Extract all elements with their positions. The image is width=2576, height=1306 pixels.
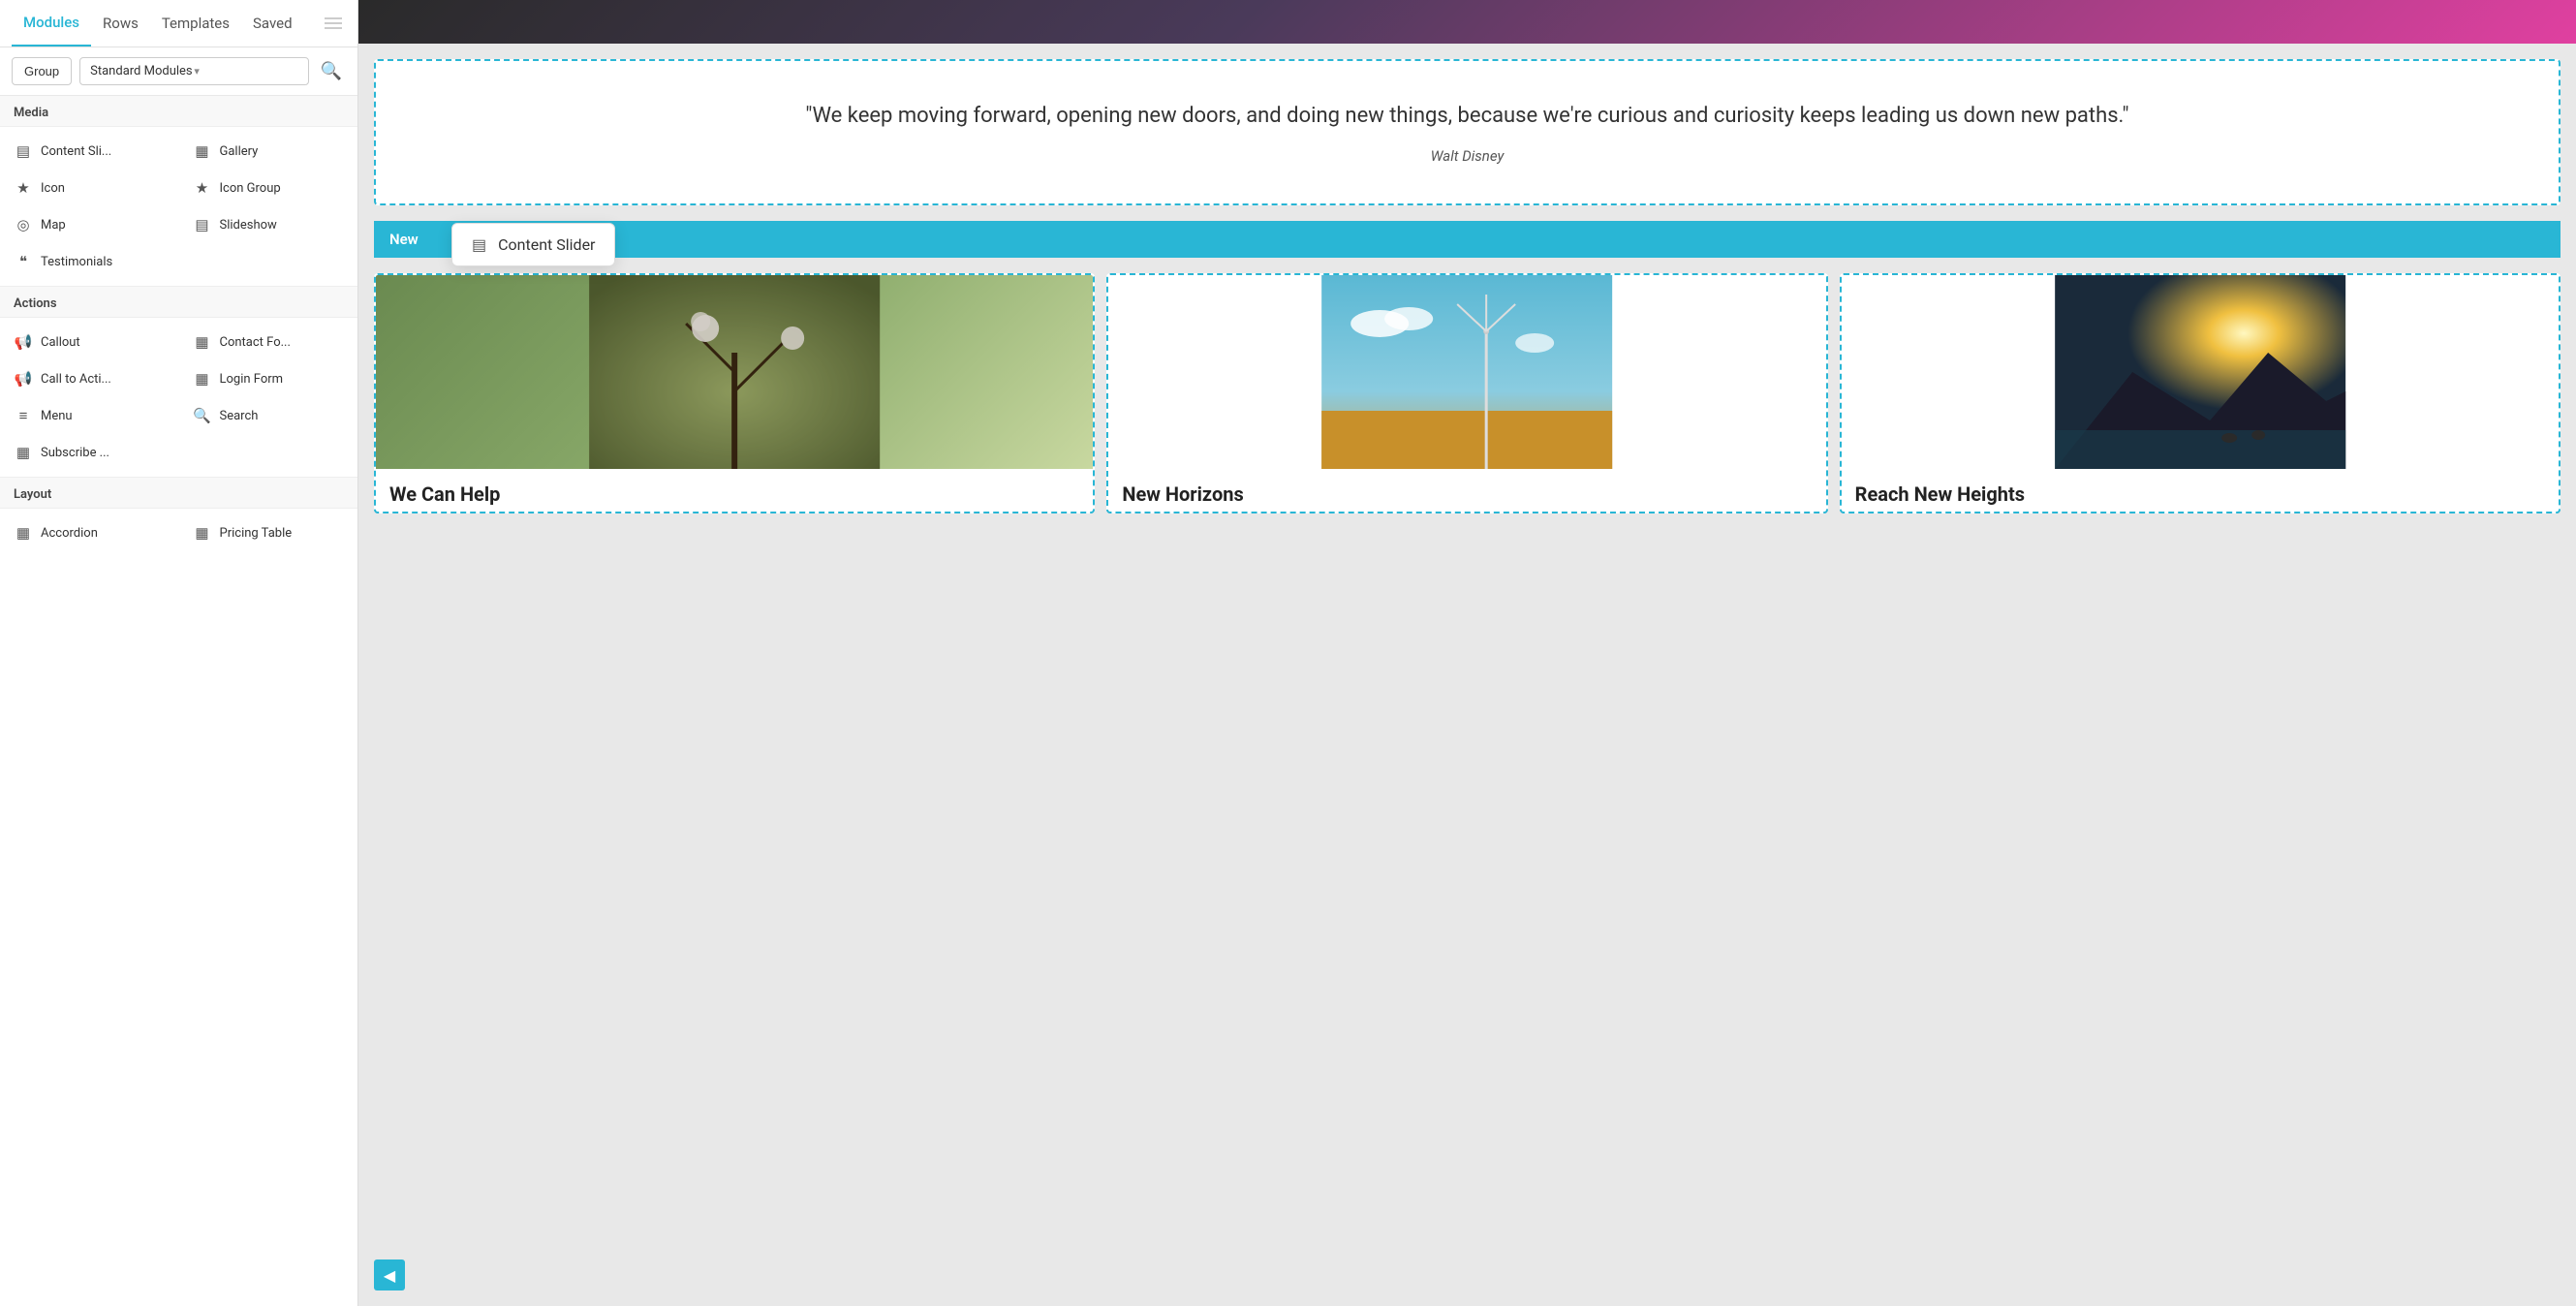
module-item-contact-form[interactable]: ▦ Contact Fo... [179, 324, 358, 360]
tab-modules[interactable]: Modules [12, 0, 91, 47]
module-label-contact-form: Contact Fo... [220, 335, 291, 350]
search-button[interactable]: 🔍 [317, 57, 346, 85]
content-slider-tooltip[interactable]: ▤ Content Slider [451, 223, 615, 266]
media-section-header: Media [0, 96, 357, 127]
chevron-down-icon: ▾ [194, 65, 297, 78]
actions-section-header: Actions [0, 286, 357, 318]
module-label-slideshow: Slideshow [220, 218, 277, 233]
call-to-action-icon: 📢 [14, 370, 33, 388]
module-item-menu[interactable]: ≡ Menu [0, 397, 179, 434]
search-module-icon: 🔍 [193, 407, 212, 424]
module-item-login-form[interactable]: ▦ Login Form [179, 360, 358, 397]
pricing-table-icon: ▦ [193, 524, 212, 542]
actions-module-grid: 📢 Callout ▦ Contact Fo... 📢 Call to Acti… [0, 318, 357, 477]
group-button[interactable]: Group [12, 57, 72, 85]
new-bar: New [374, 221, 2560, 258]
map-icon: ◎ [14, 216, 33, 233]
module-label-icon-group: Icon Group [220, 181, 281, 196]
contact-form-icon: ▦ [193, 333, 212, 351]
module-item-pricing-table[interactable]: ▦ Pricing Table [179, 514, 358, 551]
module-label-icon: Icon [41, 181, 65, 196]
tab-templates[interactable]: Templates [150, 1, 241, 46]
menu-icon: ≡ [14, 407, 33, 424]
card-1: New Horizons [1106, 273, 1827, 513]
module-item-search[interactable]: 🔍 Search [179, 397, 358, 434]
module-item-slideshow[interactable]: ▤ Slideshow [179, 206, 358, 243]
module-label-login-form: Login Form [220, 372, 284, 387]
module-item-accordion[interactable]: ▦ Accordion [0, 514, 179, 551]
new-section: New ▤ Content Slider [374, 221, 2560, 258]
module-item-map[interactable]: ◎ Map [0, 206, 179, 243]
tooltip-content-slider-icon: ▤ [472, 235, 486, 254]
back-arrow-icon: ◀ [384, 1266, 395, 1285]
media-module-grid: ▤ Content Sli... ▦ Gallery ★ Icon ★ Icon… [0, 127, 357, 286]
tab-rows[interactable]: Rows [91, 1, 150, 46]
content-slider-icon: ▤ [14, 142, 33, 160]
icon-icon: ★ [14, 179, 33, 197]
module-item-gallery[interactable]: ▦ Gallery [179, 133, 358, 170]
module-item-testimonials[interactable]: ❝ Testimonials [0, 243, 179, 280]
drag-handle[interactable] [321, 10, 346, 37]
accordion-icon: ▦ [14, 524, 33, 542]
hero-image [358, 0, 2576, 44]
module-label-pricing-table: Pricing Table [220, 526, 293, 541]
card-0: We Can Help [374, 273, 1095, 513]
module-item-content-slider[interactable]: ▤ Content Sli... [0, 133, 179, 170]
sidebar: Modules Rows Templates Saved Group Stand… [0, 0, 358, 1306]
cards-section: We Can Help [374, 273, 2560, 513]
module-label-testimonials: Testimonials [41, 255, 112, 269]
callout-icon: 📢 [14, 333, 33, 351]
card-2: Reach New Heights [1840, 273, 2560, 513]
new-badge: New [389, 231, 419, 248]
module-label-gallery: Gallery [220, 144, 259, 159]
slideshow-icon: ▤ [193, 216, 212, 233]
module-label-subscribe: Subscribe ... [41, 446, 109, 460]
tooltip-label: Content Slider [498, 235, 595, 254]
layout-module-grid: ▦ Accordion ▦ Pricing Table [0, 509, 357, 557]
layout-section-header: Layout [0, 477, 357, 509]
testimonials-icon: ❝ [14, 253, 33, 270]
module-item-subscribe[interactable]: ▦ Subscribe ... [0, 434, 179, 471]
quote-block: "We keep moving forward, opening new doo… [374, 59, 2560, 205]
subscribe-icon: ▦ [14, 444, 33, 461]
nav-back-arrow[interactable]: ◀ [374, 1259, 405, 1290]
module-label-call-to-action: Call to Acti... [41, 372, 111, 387]
module-label-map: Map [41, 218, 66, 233]
quote-author: Walt Disney [434, 147, 2500, 165]
module-select[interactable]: Standard Modules ▾ [79, 57, 308, 85]
search-icon: 🔍 [321, 61, 342, 80]
module-item-call-to-action[interactable]: 📢 Call to Acti... [0, 360, 179, 397]
module-label-search: Search [220, 409, 259, 423]
login-form-icon: ▦ [193, 370, 212, 388]
module-label-accordion: Accordion [41, 526, 98, 541]
nav-tabs: Modules Rows Templates Saved [0, 0, 357, 47]
main-content: "We keep moving forward, opening new doo… [358, 0, 2576, 1306]
tab-saved[interactable]: Saved [241, 1, 304, 46]
card-title-0: We Can Help [376, 469, 1093, 512]
module-item-icon-group[interactable]: ★ Icon Group [179, 170, 358, 206]
gallery-icon: ▦ [193, 142, 212, 160]
module-label-content-slider: Content Sli... [41, 144, 111, 159]
module-label-callout: Callout [41, 335, 80, 350]
module-label-menu: Menu [41, 409, 73, 423]
card-title-1: New Horizons [1108, 469, 1825, 512]
card-title-2: Reach New Heights [1842, 469, 2559, 512]
quote-text: "We keep moving forward, opening new doo… [434, 100, 2500, 132]
filter-bar: Group Standard Modules ▾ 🔍 [0, 47, 357, 96]
icon-group-icon: ★ [193, 179, 212, 197]
module-item-callout[interactable]: 📢 Callout [0, 324, 179, 360]
module-item-icon[interactable]: ★ Icon [0, 170, 179, 206]
